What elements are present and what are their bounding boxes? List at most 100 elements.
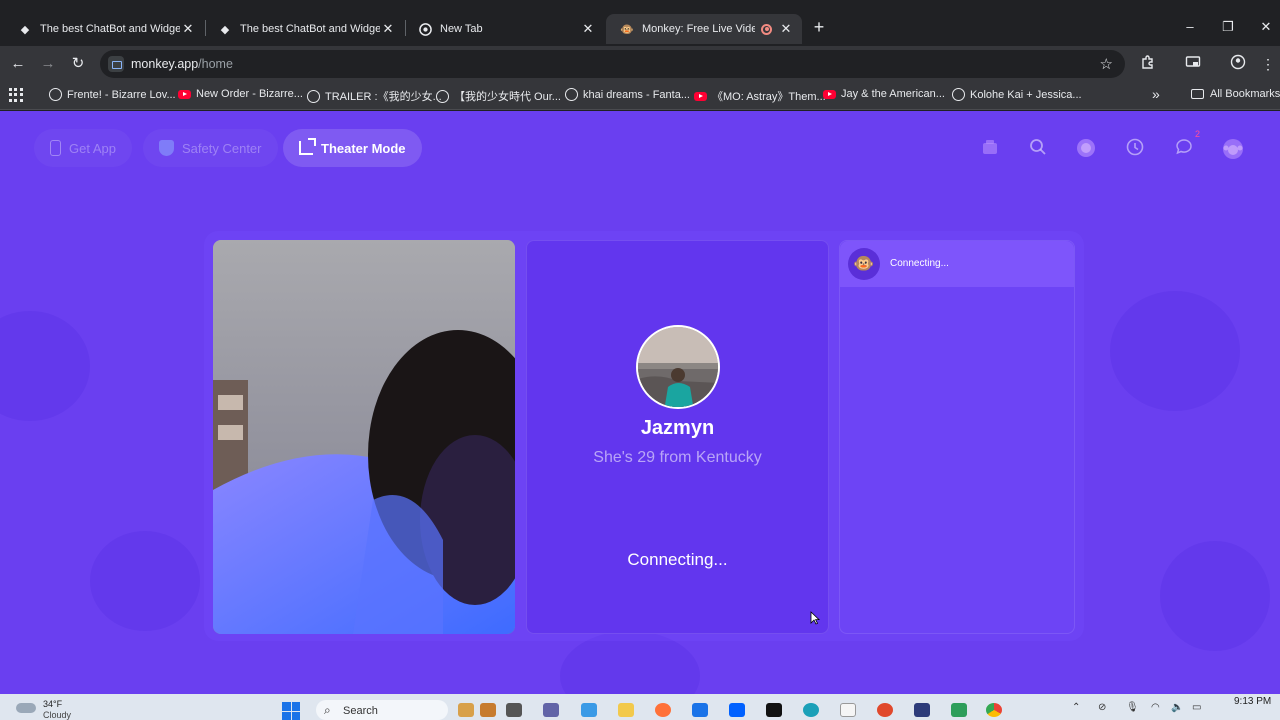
bookmark-item[interactable]: Jay & the American...: [823, 88, 945, 100]
camera-frame-image: [213, 240, 515, 634]
safety-center-button[interactable]: Safety Center: [143, 129, 278, 167]
taskbar-app-icon[interactable]: [480, 703, 496, 717]
edge-icon[interactable]: [803, 703, 819, 717]
minimize-button[interactable]: –: [1181, 18, 1199, 36]
bookmark-item[interactable]: Frente! - Bizarre Lov...: [49, 88, 176, 101]
globe-icon: [49, 88, 62, 101]
close-icon[interactable]: ✕: [180, 21, 196, 37]
match-avatar: [636, 325, 720, 409]
bookmark-item[interactable]: 《MO: Astray》Them...: [694, 88, 826, 104]
bookmark-item[interactable]: khai dreams - Fanta...: [565, 88, 690, 101]
theater-mode-button[interactable]: Theater Mode: [283, 129, 422, 167]
match-profile-card: Jazmyn She's 29 from Kentucky Connecting…: [526, 240, 829, 634]
phone-icon: [50, 140, 61, 156]
tab-new-tab[interactable]: New Tab ✕: [404, 14, 604, 44]
taskbar-search[interactable]: ⌕ Search: [316, 700, 448, 720]
shield-icon: [159, 140, 174, 156]
tab-chatbot-1[interactable]: ◆ The best ChatBot and Widgets ✕: [4, 14, 204, 44]
start-button[interactable]: [282, 702, 300, 720]
app-green-icon[interactable]: [951, 703, 967, 717]
taskbar-app-icon[interactable]: [458, 703, 474, 717]
chrome-icon: [418, 22, 432, 36]
reload-button[interactable]: ↻: [68, 54, 88, 74]
close-icon[interactable]: ✕: [580, 21, 596, 37]
recording-icon: [761, 23, 772, 35]
restore-button[interactable]: ❐: [1219, 18, 1237, 36]
close-window-button[interactable]: ✕: [1257, 18, 1275, 36]
notion-icon[interactable]: [766, 703, 782, 717]
tab-monkey[interactable]: 🐵 Monkey: Free Live Video Ch ✕: [606, 14, 802, 44]
youtube-icon: [178, 89, 191, 99]
windows-taskbar: 34°F Cloudy ⌕ Search ⌃ ⊘ 🎙 ◠ 🔈 ▭ 9:13 PM: [0, 694, 1280, 720]
back-button[interactable]: ←: [8, 54, 28, 74]
copilot-icon[interactable]: [581, 703, 597, 717]
tab-title: New Tab: [440, 23, 483, 35]
taskbar-clock[interactable]: 9:13 PM: [1234, 696, 1271, 707]
globe-icon: [436, 89, 449, 103]
site-info-icon[interactable]: [108, 56, 124, 72]
extensions-icon[interactable]: [1138, 54, 1158, 74]
cast-icon[interactable]: [1183, 54, 1203, 74]
search-icon[interactable]: [1028, 138, 1048, 158]
globe-icon: [307, 89, 320, 103]
bookmark-star-icon[interactable]: ☆: [1100, 55, 1113, 73]
forward-button[interactable]: →: [38, 54, 58, 74]
tab-strip: ◆ The best ChatBot and Widgets ✕ ◆ The b…: [0, 0, 1280, 46]
app-red-icon[interactable]: [877, 703, 893, 717]
bookmark-item[interactable]: 【我的少女時代 Our...: [436, 88, 561, 104]
new-tab-button[interactable]: +: [810, 18, 828, 36]
shop-icon[interactable]: [980, 138, 1000, 158]
user-avatar-icon[interactable]: [1222, 138, 1243, 159]
monkey-icon: 🐵: [848, 248, 880, 280]
close-icon[interactable]: ✕: [380, 21, 396, 37]
tray-icon[interactable]: ⊘: [1098, 702, 1106, 713]
globe-icon: [565, 88, 578, 101]
bookmark-item[interactable]: TRAILER :《我的少女...: [307, 88, 442, 104]
tab-title: Monkey: Free Live Video Ch: [642, 23, 755, 35]
diamond-icon: ◆: [20, 23, 30, 36]
profile-icon[interactable]: [1228, 54, 1248, 74]
coin-icon[interactable]: [1076, 138, 1096, 158]
notification-badge: 2: [1195, 129, 1201, 139]
get-app-button[interactable]: Get App: [34, 129, 132, 167]
tab-title: The best ChatBot and Widgets: [40, 23, 180, 35]
file-icon[interactable]: [840, 703, 856, 717]
apps-icon[interactable]: [9, 88, 23, 102]
weather-temp: 34°F: [43, 699, 63, 709]
mail-icon[interactable]: [692, 703, 708, 717]
file-explorer-icon[interactable]: [618, 703, 634, 717]
chrome-taskbar-icon[interactable]: [986, 703, 1002, 717]
wifi-icon[interactable]: ◠: [1151, 702, 1160, 713]
microphone-icon[interactable]: 🎙: [1126, 702, 1139, 713]
youtube-icon: [823, 89, 836, 99]
bookmarks-overflow-button[interactable]: »: [1152, 86, 1160, 102]
bookmark-item[interactable]: Kolohe Kai + Jessica...: [952, 88, 1082, 101]
firefox-icon[interactable]: [655, 703, 671, 717]
all-bookmarks-button[interactable]: All Bookmarks: [1191, 88, 1280, 100]
task-view-icon[interactable]: [506, 703, 522, 717]
background-blob: [1160, 541, 1270, 651]
tray-chevron-icon[interactable]: ⌃: [1072, 702, 1080, 713]
volume-icon[interactable]: 🔈: [1171, 702, 1183, 713]
monkey-icon: 🐵: [620, 23, 634, 36]
cloud-icon: [16, 703, 36, 713]
history-icon[interactable]: [1125, 138, 1145, 158]
chat-panel: 🐵 Connecting...: [839, 240, 1075, 634]
menu-icon[interactable]: ⋮: [1258, 54, 1278, 74]
chat-bubble-icon[interactable]: [1174, 138, 1194, 158]
address-bar[interactable]: monkey.app/home ☆: [100, 50, 1125, 78]
bookmark-item[interactable]: New Order - Bizarre...: [178, 88, 303, 100]
tab-title: The best ChatBot and Widgets: [240, 23, 380, 35]
dropbox-icon[interactable]: [729, 703, 745, 717]
mouse-cursor-icon: [810, 611, 821, 630]
close-icon[interactable]: ✕: [778, 21, 794, 37]
folder-icon: [1191, 89, 1204, 99]
globe-icon: [952, 88, 965, 101]
teams-icon[interactable]: [543, 703, 559, 717]
monkey-page: Get App Safety Center Theater Mode 2 Jaz…: [0, 111, 1280, 694]
expand-icon: [299, 138, 316, 155]
app-screen-icon[interactable]: [914, 703, 930, 717]
diamond-icon: ◆: [220, 23, 230, 36]
tab-chatbot-2[interactable]: ◆ The best ChatBot and Widgets ✕: [204, 14, 404, 44]
battery-icon[interactable]: ▭: [1192, 702, 1201, 713]
